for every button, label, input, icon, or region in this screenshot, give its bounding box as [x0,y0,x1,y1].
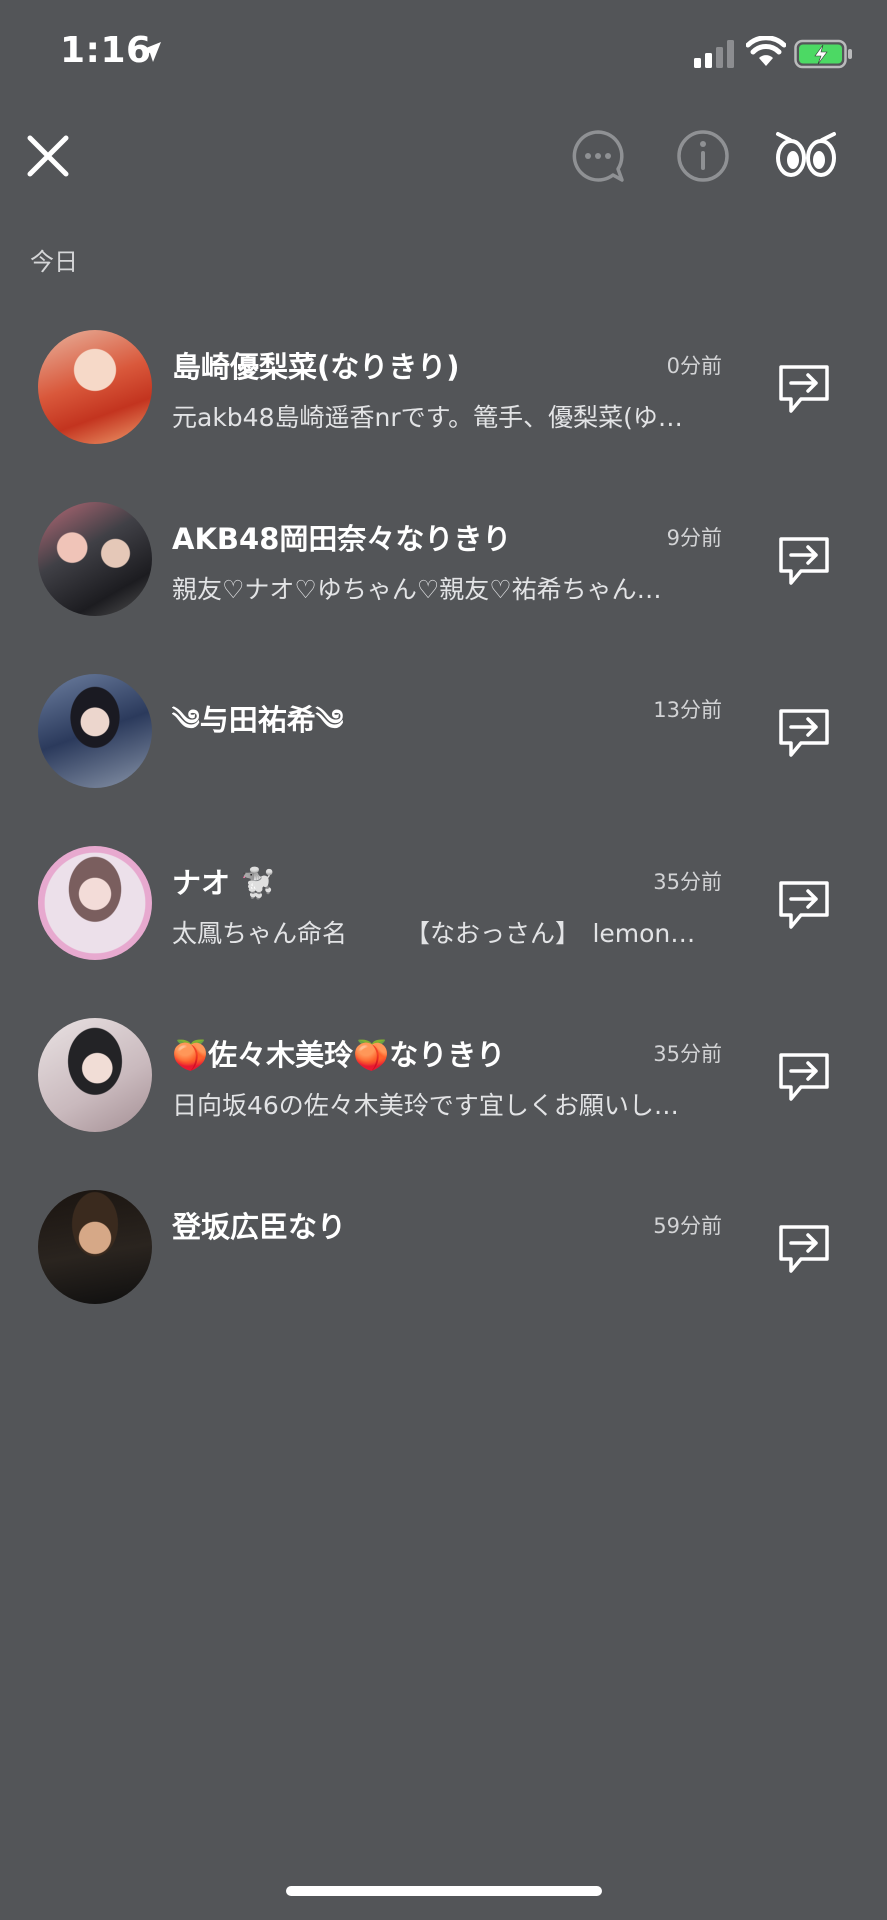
wifi-icon [746,36,786,66]
friend-name: 登坂広臣なり [172,1210,347,1244]
list-item[interactable]: 🍑佐々木美玲🍑なりきり 35分前 日向坂46の佐々木美玲です宜しくお願いし… [0,1008,887,1180]
message-reply-icon[interactable] [776,878,832,932]
time-ago: 35分前 [653,1042,722,1066]
message-reply-icon[interactable] [776,534,832,588]
screen: 1:16 今日 島崎優梨菜(なりきり) 0分前 元akb48島崎遥香nrです。篭… [0,0,887,1920]
message-preview: 太鳳ちゃん命名 【なおっさん】 lemon… [172,919,696,948]
chat-bubble-icon[interactable] [570,128,626,184]
message-reply-icon[interactable] [776,1222,832,1276]
time-ago: 0分前 [666,354,722,378]
friend-name: AKB48岡田奈々なりきり [172,522,512,556]
avatar [38,846,152,960]
section-label-today: 今日 [30,248,78,276]
eyes-icon[interactable] [774,128,838,184]
avatar [38,1190,152,1304]
friend-name: ナオ 🐩 [172,866,277,900]
avatar [38,674,152,788]
list-item[interactable]: ナオ 🐩 35分前 太鳳ちゃん命名 【なおっさん】 lemon… [0,836,887,1008]
info-icon[interactable] [675,128,731,184]
time-ago: 35分前 [653,870,722,894]
message-preview: 親友♡ナオ♡ゆちゃん♡親友♡祐希ちゃん… [172,575,662,604]
home-indicator[interactable] [286,1886,602,1896]
message-reply-icon[interactable] [776,706,832,760]
friend-name: 🍑佐々木美玲🍑なりきり [172,1038,506,1072]
friend-name: 島崎優梨菜(なりきり) [172,350,460,384]
signal-icon [694,40,734,68]
message-preview: 日向坂46の佐々木美玲です宜しくお願いし… [172,1091,679,1120]
message-reply-icon[interactable] [776,1050,832,1104]
status-bar: 1:16 [0,0,887,100]
close-button[interactable] [22,130,74,182]
friend-name: ༄与田祐希༄ [172,703,344,737]
time-ago: 59分前 [653,1214,722,1238]
list-item[interactable]: ༄与田祐希༄ 13分前 [0,664,887,836]
time-ago: 13分前 [653,698,722,722]
location-arrow-icon [141,42,161,62]
status-time: 1:16 [60,30,152,71]
avatar [38,1018,152,1132]
avatar [38,502,152,616]
list-item[interactable]: 登坂広臣なり 59分前 [0,1180,887,1352]
list-item[interactable]: 島崎優梨菜(なりきり) 0分前 元akb48島崎遥香nrです。篭手、優梨菜(ゆ… [0,320,887,492]
battery-charging-icon [794,39,852,69]
list-item[interactable]: AKB48岡田奈々なりきり 9分前 親友♡ナオ♡ゆちゃん♡親友♡祐希ちゃん… [0,492,887,664]
message-reply-icon[interactable] [776,362,832,416]
message-preview: 元akb48島崎遥香nrです。篭手、優梨菜(ゆ… [172,403,683,432]
time-ago: 9分前 [666,526,722,550]
avatar [38,330,152,444]
friend-list: 島崎優梨菜(なりきり) 0分前 元akb48島崎遥香nrです。篭手、優梨菜(ゆ…… [0,320,887,1352]
